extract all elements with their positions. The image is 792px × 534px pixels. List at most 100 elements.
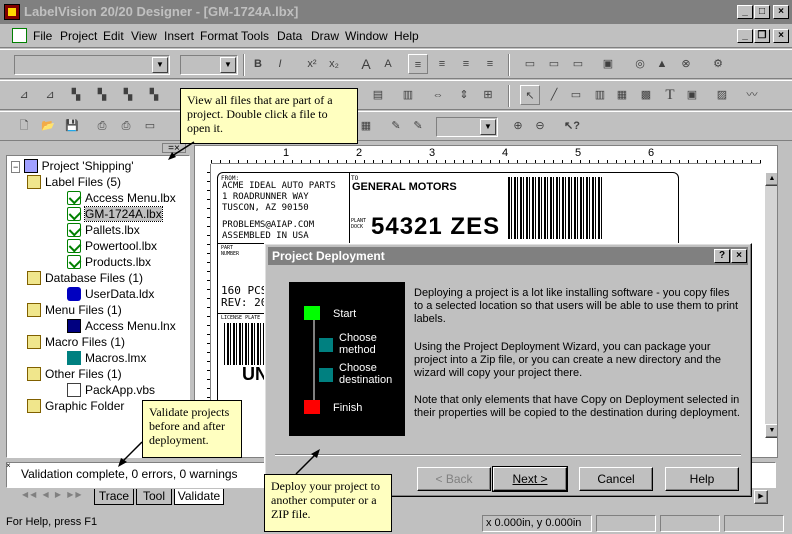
- help-button[interactable]: Help: [665, 467, 739, 491]
- rectangle-tool-icon[interactable]: ▭: [566, 85, 586, 105]
- tree-file-selected[interactable]: GM-1724A.lbx: [67, 206, 163, 222]
- font-name-combo[interactable]: ▼: [14, 55, 170, 75]
- menu-insert[interactable]: Insert: [164, 29, 194, 43]
- size-w-icon[interactable]: ▥: [398, 85, 418, 105]
- size-h-icon[interactable]: ▤: [368, 85, 388, 105]
- back-button[interactable]: < Back: [417, 467, 491, 491]
- pointer-tool-icon[interactable]: ↖: [520, 85, 540, 105]
- save-icon[interactable]: 💾: [62, 116, 82, 136]
- document-icon[interactable]: [12, 28, 27, 43]
- zoom-in-icon[interactable]: ⊕: [508, 116, 528, 136]
- tree-macro-files[interactable]: Macro Files (1): [27, 335, 125, 349]
- dialog-close-button[interactable]: ×: [731, 249, 747, 263]
- subscript-button[interactable]: x₂: [324, 54, 344, 74]
- tree-menu-files[interactable]: Menu Files (1): [27, 303, 122, 317]
- font-size-combo[interactable]: ▼: [180, 55, 238, 75]
- gear-icon[interactable]: ⚙: [708, 54, 728, 74]
- print-preview-icon[interactable]: ⎙: [116, 116, 136, 136]
- edit-pen-icon[interactable]: ✎: [386, 116, 406, 136]
- tree-file[interactable]: Powertool.lbx: [67, 239, 157, 253]
- image-tool-icon[interactable]: ▣: [682, 85, 702, 105]
- line-tool-icon[interactable]: ╱: [544, 85, 564, 105]
- align-right-button[interactable]: ≡: [456, 54, 476, 74]
- output-pane-close[interactable]: ×: [6, 462, 16, 472]
- menu-file[interactable]: File: [33, 29, 52, 43]
- space-h-icon[interactable]: ⇔: [428, 85, 448, 105]
- save-field-button[interactable]: ▣: [598, 54, 618, 74]
- tree-label-files[interactable]: Label Files (5): [27, 175, 121, 189]
- shrink-font-button[interactable]: A: [378, 54, 398, 74]
- project-folder-icon[interactable]: ▭: [140, 116, 160, 136]
- output-scroll-right[interactable]: ▶: [754, 490, 768, 504]
- tree-file[interactable]: Products.lbx: [67, 255, 151, 269]
- doc-restore-button[interactable]: ❐: [754, 29, 770, 43]
- tree-file[interactable]: Macros.lmx: [67, 351, 146, 365]
- maximize-button[interactable]: □: [754, 5, 770, 19]
- tree-file[interactable]: UserData.ldx: [67, 287, 154, 301]
- bold-button[interactable]: B: [248, 54, 268, 74]
- menu-tools[interactable]: Tools: [241, 29, 269, 43]
- dialog-help-button[interactable]: ?: [714, 249, 730, 263]
- flip-icon[interactable]: ⊿: [40, 85, 60, 105]
- app-icon[interactable]: [4, 4, 20, 20]
- grid-icon[interactable]: ▦: [356, 116, 376, 136]
- field-button[interactable]: ▭: [520, 54, 540, 74]
- tree-root[interactable]: − Project 'Shipping': [11, 159, 134, 173]
- forward-icon[interactable]: ▚: [118, 85, 138, 105]
- backward-icon[interactable]: ▚: [144, 85, 164, 105]
- zoom-out-icon[interactable]: ⊖: [530, 116, 550, 136]
- next-button[interactable]: Next >: [492, 466, 568, 492]
- tree-graphic-folder[interactable]: Graphic Folder: [27, 399, 124, 413]
- menu-draw[interactable]: Draw: [311, 29, 339, 43]
- edit-pen2-icon[interactable]: ✎: [408, 116, 428, 136]
- tab-tool[interactable]: Tool: [136, 489, 172, 505]
- minimize-button[interactable]: _: [737, 5, 753, 19]
- field2-button[interactable]: ▭: [544, 54, 564, 74]
- menu-window[interactable]: Window: [345, 29, 388, 43]
- center-icon[interactable]: ⊞: [478, 85, 498, 105]
- wave-tool-icon[interactable]: 〰: [742, 85, 762, 105]
- justify-button[interactable]: ≡: [480, 54, 500, 74]
- triangle-icon[interactable]: ▲: [652, 54, 672, 74]
- bring-front-icon[interactable]: ▚: [66, 85, 86, 105]
- tree-file[interactable]: Access Menu.lnx: [67, 319, 176, 333]
- field3-button[interactable]: ▭: [568, 54, 588, 74]
- grow-font-button[interactable]: A: [356, 54, 376, 74]
- menu-project[interactable]: Project: [60, 29, 97, 43]
- doc-close-button[interactable]: ×: [773, 29, 789, 43]
- open-folder-icon[interactable]: 📂: [38, 116, 58, 136]
- matrix-tool-icon[interactable]: ▩: [636, 85, 656, 105]
- italic-button[interactable]: I: [270, 54, 290, 74]
- rotate-icon[interactable]: ⊿: [14, 85, 34, 105]
- cancel-circle-icon[interactable]: ⊗: [676, 54, 696, 74]
- align-center-button[interactable]: ≡: [432, 54, 452, 74]
- menu-format[interactable]: Format: [200, 29, 238, 43]
- tree-file[interactable]: PackApp.vbs: [67, 383, 155, 397]
- target-icon[interactable]: ◎: [630, 54, 650, 74]
- menu-data[interactable]: Data: [277, 29, 302, 43]
- menu-help[interactable]: Help: [394, 29, 419, 43]
- tree-file[interactable]: Access Menu.lbx: [67, 191, 176, 205]
- print-icon[interactable]: ⎙: [92, 116, 112, 136]
- menu-edit[interactable]: Edit: [103, 29, 124, 43]
- send-back-icon[interactable]: ▚: [92, 85, 112, 105]
- close-button[interactable]: ×: [773, 5, 789, 19]
- align-left-button[interactable]: ≡: [408, 54, 428, 74]
- doc-minimize-button[interactable]: _: [737, 29, 753, 43]
- vertical-scrollbar[interactable]: ▲ ▼: [765, 172, 777, 438]
- barcode-tool-icon[interactable]: ▥: [590, 85, 610, 105]
- tree-other-files[interactable]: Other Files (1): [27, 367, 122, 381]
- barcode2-tool-icon[interactable]: ▦: [612, 85, 632, 105]
- tab-trace[interactable]: Trace: [94, 489, 134, 505]
- tree-database-files[interactable]: Database Files (1): [27, 271, 143, 285]
- space-v-icon[interactable]: ⇕: [454, 85, 474, 105]
- context-help-icon[interactable]: ↖?: [562, 116, 582, 136]
- superscript-button[interactable]: x²: [302, 54, 322, 74]
- tab-nav-buttons[interactable]: ◀◀ ◀ ▶ ▶▶: [22, 490, 92, 504]
- text-tool-icon[interactable]: T: [660, 85, 680, 105]
- picture-tool-icon[interactable]: ▨: [712, 85, 732, 105]
- cancel-button[interactable]: Cancel: [579, 467, 653, 491]
- new-file-icon[interactable]: 🗋: [14, 116, 34, 136]
- tree-file[interactable]: Pallets.lbx: [67, 223, 140, 237]
- tab-validate[interactable]: Validate: [174, 489, 224, 505]
